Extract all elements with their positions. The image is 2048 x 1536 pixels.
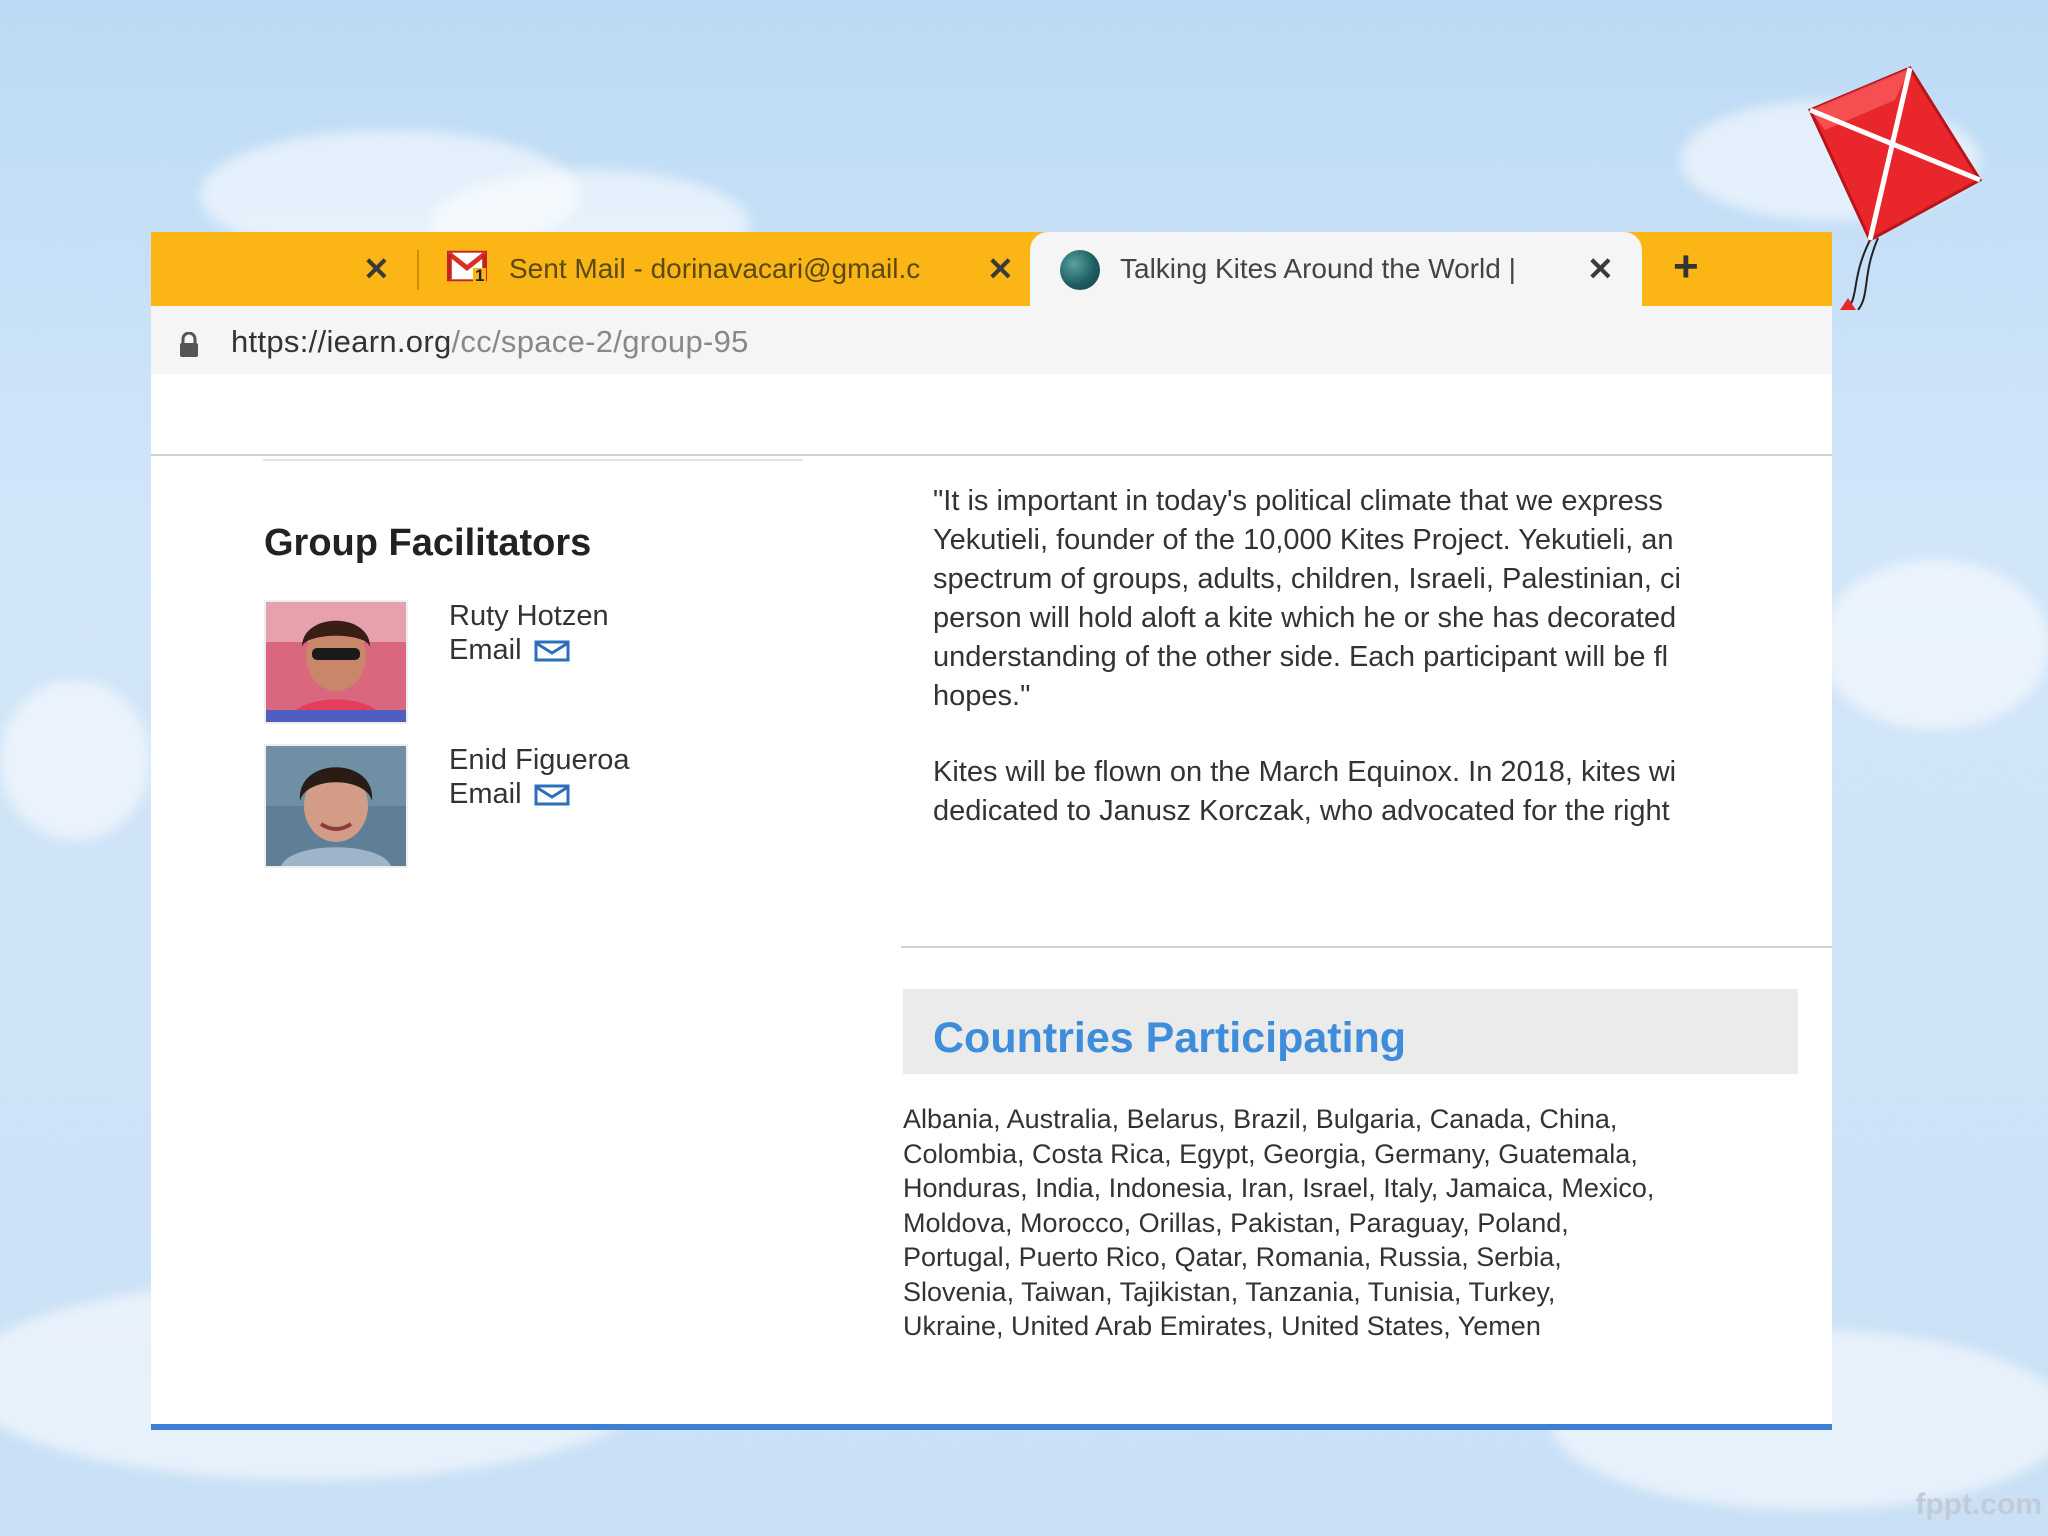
countries-line: Honduras, India, Indonesia, Iran, Israel… (903, 1173, 1655, 1203)
tab-strip: ✕ 1 Sent Mail - dorinavacari@gmail.c ✕ T… (151, 232, 1832, 306)
description-line: hopes." (933, 680, 1031, 712)
tab-title: Talking Kites Around the World | (1120, 253, 1516, 284)
url-host: https://iearn.org (231, 324, 452, 359)
description-line: dedicated to Janusz Korczak, who advocat… (933, 795, 1670, 827)
countries-line: Ukraine, United Arab Emirates, United St… (903, 1311, 1541, 1341)
facilitator-card: Enid Figueroa Email (264, 744, 684, 874)
close-icon[interactable]: ✕ (987, 250, 1014, 288)
description-line: spectrum of groups, adults, children, Is… (933, 563, 1681, 595)
globe-icon (1060, 250, 1100, 290)
countries-heading: Countries Participating (933, 1014, 1407, 1062)
description-line: "It is important in today's political cl… (933, 485, 1663, 517)
gmail-icon: 1 (447, 250, 491, 290)
facilitator-name: Ruty Hotzen (449, 600, 609, 632)
lock-icon (180, 332, 198, 357)
project-description: "It is important in today's political cl… (933, 482, 1832, 831)
description-line: understanding of the other side. Each pa… (933, 641, 1669, 673)
url-text[interactable]: https://iearn.org/cc/space-2/group-95 (231, 324, 749, 360)
close-icon[interactable]: ✕ (1587, 250, 1614, 288)
unread-badge: 1 (473, 266, 487, 285)
new-tab-button[interactable]: + (1673, 242, 1699, 292)
close-icon[interactable]: ✕ (363, 250, 390, 288)
cloud (0, 680, 150, 840)
countries-list: Albania, Australia, Belarus, Brazil, Bul… (903, 1102, 1813, 1344)
countries-line: Portugal, Puerto Rico, Qatar, Romania, R… (903, 1242, 1562, 1272)
divider (151, 454, 1832, 456)
description-line: Yekutieli, founder of the 10,000 Kites P… (933, 524, 1674, 556)
facilitator-name: Enid Figueroa (449, 744, 630, 776)
description-line: person will hold aloft a kite which he o… (933, 602, 1677, 634)
avatar (264, 744, 408, 868)
browser-window: ✕ 1 Sent Mail - dorinavacari@gmail.c ✕ T… (151, 232, 1832, 1430)
countries-line: Albania, Australia, Belarus, Brazil, Bul… (903, 1104, 1618, 1134)
facilitator-card: Ruty Hotzen Email (264, 600, 684, 730)
tab-blank[interactable]: ✕ (151, 232, 413, 306)
email-link[interactable]: Email (449, 634, 570, 667)
cloud (1820, 560, 2048, 730)
divider (263, 459, 803, 461)
mail-icon (534, 784, 570, 805)
email-link[interactable]: Email (449, 778, 570, 811)
description-line: Kites will be flown on the March Equinox… (933, 756, 1677, 788)
divider (901, 946, 1832, 948)
url-path: /cc/space-2/group-95 (451, 324, 749, 359)
facilitators-heading: Group Facilitators (264, 522, 592, 564)
tab-talking-kites[interactable]: Talking Kites Around the World | ✕ (1030, 232, 1642, 306)
email-label: Email (449, 634, 522, 666)
countries-line: Slovenia, Taiwan, Tajikistan, Tanzania, … (903, 1276, 1556, 1307)
watermark: fppt.com (1915, 1488, 2042, 1521)
countries-line: Moldova, Morocco, Orillas, Pakistan, Par… (903, 1207, 1569, 1238)
footer-bar (151, 1424, 1832, 1430)
mail-icon (534, 640, 570, 661)
email-label: Email (449, 778, 522, 810)
tab-title: Sent Mail - dorinavacari@gmail.c (509, 253, 921, 284)
avatar (264, 600, 408, 724)
countries-line: Colombia, Costa Rica, Egypt, Georgia, Ge… (903, 1138, 1638, 1169)
tab-separator (417, 250, 419, 290)
